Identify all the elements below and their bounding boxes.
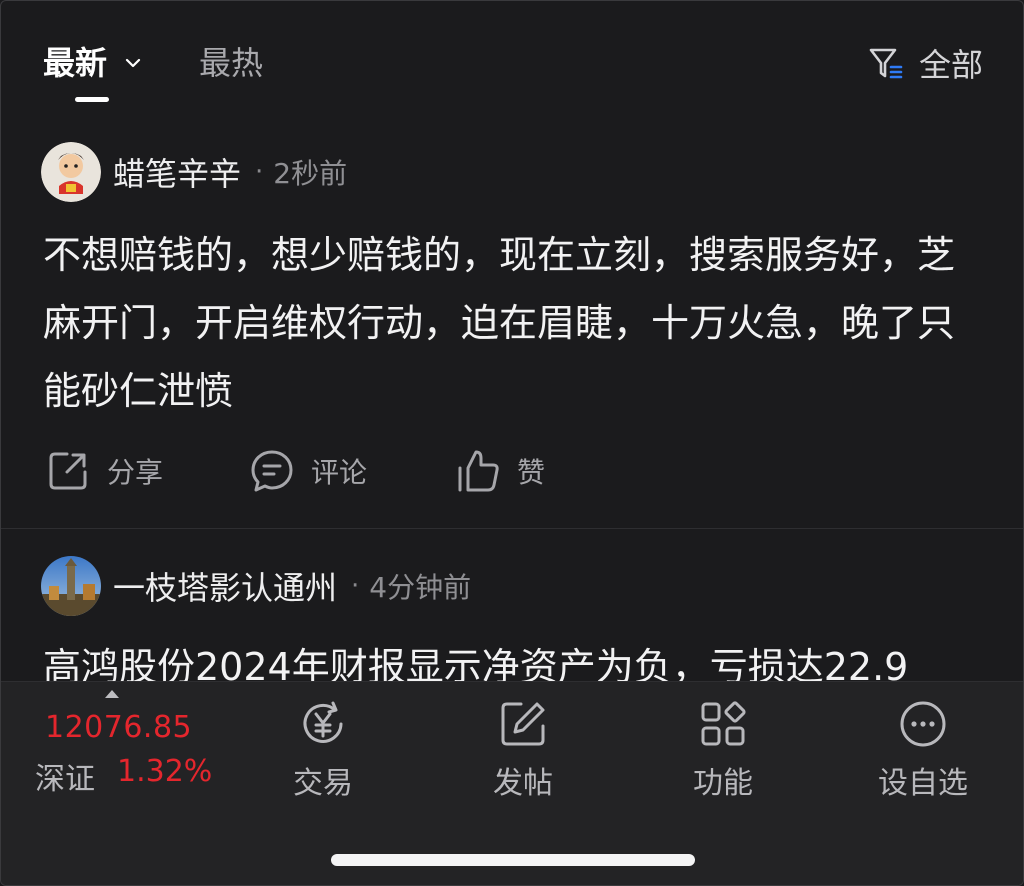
index-change: 1.32% — [117, 754, 213, 789]
post-content[interactable]: 不想赔钱的，想少赔钱的，现在立刻，搜索服务好，芝麻开门，开启维权行动，迫在眉睫，… — [43, 221, 973, 425]
post-header: 一枝塔影认通州 · 4分钟前 — [41, 553, 471, 619]
tab-hot[interactable]: 最热 — [199, 39, 263, 87]
like-label: 赞 — [517, 456, 546, 489]
bottom-toolbar: 12076.85 深证 1.32% 交易 发帖 功能 设自选 — [1, 681, 1023, 885]
trade-button[interactable]: 交易 — [263, 698, 383, 808]
share-label: 分享 — [107, 456, 164, 489]
post-label: 发帖 — [493, 766, 553, 801]
chevron-down-icon — [125, 58, 141, 68]
comment-icon — [251, 450, 293, 492]
market-index[interactable]: 12076.85 深证 1.32% — [31, 682, 231, 802]
index-name: 深证 — [35, 762, 95, 797]
filter-icon — [869, 48, 903, 79]
post-time: 4分钟前 — [369, 571, 472, 604]
top-tabs: 最新 最热 全部 — [1, 1, 1023, 119]
tab-latest-label: 最新 — [43, 44, 108, 82]
username[interactable]: 蜡笔辛辛 — [113, 149, 241, 195]
more-icon — [900, 701, 946, 747]
share-button[interactable]: 分享 — [45, 441, 163, 501]
avatar[interactable] — [41, 142, 101, 202]
post-content[interactable]: 高鸿股份2024年财报显示净资产为负，亏损达22.9 — [43, 639, 1023, 681]
home-indicator[interactable] — [331, 854, 695, 866]
post-card[interactable]: 一枝塔影认通州 · 4分钟前 高鸿股份2024年财报显示净资产为负，亏损达22.… — [1, 549, 1023, 681]
thumbs-up-icon — [458, 450, 499, 492]
add-favorites-button[interactable]: 设自选 — [863, 698, 983, 808]
avatar-image — [41, 142, 101, 202]
index-value: 12076.85 — [45, 710, 193, 745]
tab-latest[interactable]: 最新 — [43, 39, 141, 87]
post-actions: 分享 评论 赞 — [1, 441, 1023, 501]
username[interactable]: 一枝塔影认通州 — [113, 563, 337, 609]
filter-button[interactable]: 全部 — [867, 39, 983, 87]
comment-button[interactable]: 评论 — [249, 441, 367, 501]
functions-label: 功能 — [693, 766, 753, 801]
post-card[interactable]: 蜡笔辛辛 · 2秒前 不想赔钱的，想少赔钱的，现在立刻，搜索服务好，芝麻开门，开… — [1, 135, 1023, 529]
post-header: 蜡笔辛辛 · 2秒前 — [41, 139, 347, 205]
post-time: 2秒前 — [273, 157, 348, 190]
trade-label: 交易 — [293, 766, 353, 801]
app-screen: 最新 最热 全部 蜡笔辛辛 · 2秒前 不想赔钱的，想少赔钱的，现在立刻，搜索服… — [0, 0, 1024, 886]
filter-label: 全部 — [918, 46, 983, 84]
functions-button[interactable]: 功能 — [663, 698, 783, 808]
favorites-label: 设自选 — [878, 766, 968, 801]
up-arrow-icon — [105, 690, 119, 698]
post-divider — [1, 528, 1023, 529]
separator-dot: · — [255, 157, 264, 187]
edit-icon — [501, 702, 545, 746]
avatar-image — [41, 556, 101, 616]
like-button[interactable]: 赞 — [455, 441, 545, 501]
grid-icon — [701, 701, 746, 746]
avatar[interactable] — [41, 556, 101, 616]
active-tab-indicator — [75, 97, 109, 102]
post-button[interactable]: 发帖 — [463, 698, 583, 808]
separator-dot: · — [351, 571, 360, 601]
share-icon — [49, 452, 87, 490]
comment-label: 评论 — [311, 456, 368, 489]
trade-yen-icon — [303, 701, 343, 743]
